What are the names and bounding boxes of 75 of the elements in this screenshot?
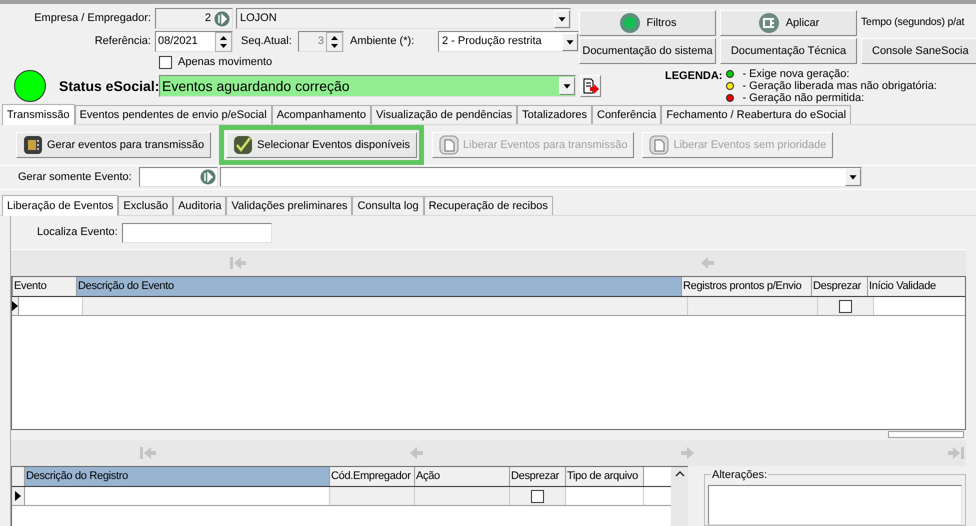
console-button[interactable]: Console SaneSocia — [861, 38, 976, 64]
field-label: Seq.Atual: — [241, 34, 293, 50]
field-label: Referência: — [94, 34, 152, 50]
column-header[interactable]: Cód.Empregador — [330, 467, 415, 486]
apply-icon — [758, 12, 780, 34]
column-header[interactable]: Desprezar — [510, 467, 566, 486]
caret-icon[interactable] — [845, 168, 861, 186]
page-icon — [649, 135, 670, 155]
page-icon — [439, 135, 460, 155]
toolbar-button[interactable]: Documentação Técnica — [720, 38, 857, 64]
status-label: Status eSocial: — [59, 76, 159, 96]
circle-icon — [618, 12, 641, 34]
caret-icon[interactable] — [554, 10, 570, 28]
tab[interactable]: Totalizadores — [517, 105, 592, 124]
search-field[interactable] — [122, 222, 272, 242]
checkbox[interactable] — [531, 490, 544, 502]
legend-title: LEGENDA: — [665, 69, 722, 84]
tab[interactable]: Acompanhamento — [272, 105, 371, 124]
column-header[interactable]: Descrição do Evento — [77, 277, 682, 296]
group-title: Alterações: — [711, 467, 768, 484]
company-dropdown[interactable]: LOJON — [236, 8, 571, 29]
checkbox[interactable] — [839, 300, 852, 312]
tab[interactable]: Auditoria — [173, 196, 226, 215]
tab[interactable]: Visualização de pendências — [370, 105, 518, 124]
lookup-icon[interactable] — [200, 169, 216, 186]
action-button[interactable]: Selecionar Eventos disponíveis — [226, 132, 418, 158]
field-label: Gerar somente Evento: — [18, 170, 133, 186]
lookup-icon[interactable] — [214, 10, 230, 26]
environment-dropdown[interactable]: 2 - Produção restrita — [438, 31, 579, 52]
export-button[interactable] — [580, 75, 601, 97]
event-dropdown[interactable] — [220, 167, 862, 188]
checkbox-label: Apenas movimento — [178, 54, 272, 70]
toolbar-button[interactable]: Aplicar — [720, 10, 857, 36]
legend-text: - Geração não permitida: — [742, 92, 864, 106]
column-header[interactable]: Ação — [415, 467, 510, 486]
code-field[interactable]: 2 — [155, 8, 233, 29]
checkbox[interactable] — [159, 56, 172, 68]
tab[interactable]: Conferência — [592, 105, 662, 124]
toolbar-button[interactable]: Filtros — [579, 10, 716, 36]
column-header[interactable]: Início Validade — [868, 277, 965, 296]
film-icon — [23, 135, 43, 155]
event-code-field[interactable] — [139, 167, 218, 188]
row-pointer-icon — [15, 491, 21, 501]
caret-icon[interactable] — [559, 77, 575, 95]
tab[interactable]: Eventos pendentes de envio p/eSocial — [74, 105, 272, 124]
column-header[interactable]: Registros prontos p/Envio — [682, 277, 812, 296]
field-label: Ambiente (*): — [350, 34, 416, 50]
row-pointer-icon — [12, 301, 18, 311]
column-header[interactable]: Desprezar — [812, 277, 868, 296]
spinner-icon[interactable] — [215, 32, 232, 52]
export-icon — [582, 78, 599, 94]
field-label: Empresa / Empregador: — [33, 11, 152, 26]
field-label: Localiza Evento: — [37, 225, 118, 240]
tab[interactable]: Validações preliminares — [226, 196, 352, 215]
legend-text: - Geração liberada mas não obrigatória: — [742, 80, 937, 93]
column-header[interactable]: Descrição do Registro — [25, 467, 330, 486]
caret-icon[interactable] — [562, 32, 578, 50]
action-button[interactable]: Gerar eventos para transmissão — [16, 132, 212, 158]
splitter-handle[interactable] — [888, 431, 964, 438]
timeout-label: Tempo (segundos) p/at — [861, 15, 966, 30]
toolbar-button[interactable]: Documentação do sistema — [579, 38, 716, 64]
tab[interactable]: Consulta log — [352, 196, 424, 215]
check-icon — [233, 135, 254, 155]
tab[interactable]: Liberação de Eventos — [2, 195, 118, 216]
legend-text: - Exige nova geração: — [742, 66, 850, 81]
tab[interactable]: Exclusão — [118, 196, 174, 215]
tab[interactable]: Fechamento / Reabertura do eSocial — [661, 105, 852, 124]
changes-memo[interactable] — [708, 485, 962, 525]
status-dropdown[interactable]: Eventos aguardando correção — [159, 75, 576, 97]
tab[interactable]: Recuperação de recibos — [424, 196, 553, 215]
date-field[interactable]: 08/2021 — [155, 31, 233, 52]
status-light — [14, 70, 46, 102]
column-header[interactable]: Evento — [13, 277, 77, 296]
column-header[interactable]: Tipo de arquivo — [566, 467, 644, 486]
tab[interactable]: Transmissão — [2, 104, 75, 125]
